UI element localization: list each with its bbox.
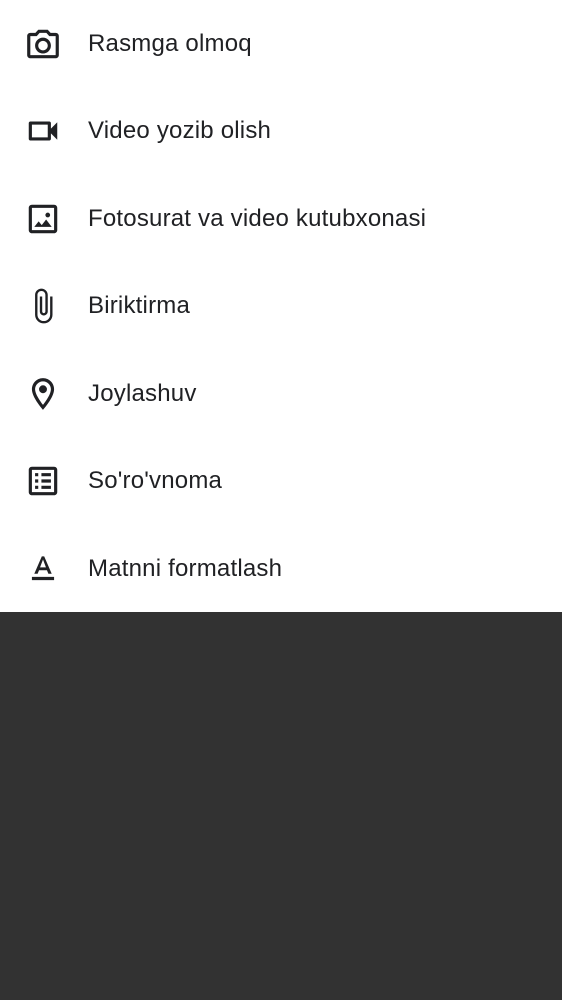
text-format-icon (24, 550, 62, 588)
videocam-icon (24, 112, 62, 150)
attachment-icon (24, 287, 62, 325)
menu-item-take-photo[interactable]: Rasmga olmoq (0, 0, 562, 87)
menu-item-label: Biriktirma (88, 291, 190, 319)
menu-item-attachment[interactable]: Biriktirma (0, 262, 562, 349)
menu-item-location[interactable]: Joylashuv (0, 350, 562, 437)
menu-item-label: Video yozib olish (88, 116, 272, 144)
location-pin-icon (24, 375, 62, 413)
menu-item-text-format[interactable]: Matnni formatlash (0, 525, 562, 612)
menu-item-label: Fotosurat va video kutubxonasi (88, 204, 427, 232)
menu-item-label: Joylashuv (88, 379, 197, 407)
menu-item-record-video[interactable]: Video yozib olish (0, 87, 562, 174)
menu-item-gallery[interactable]: Fotosurat va video kutubxonasi (0, 175, 562, 262)
attachment-bottom-sheet: Rasmga olmoq Video yozib olish Fotosurat… (0, 0, 562, 612)
menu-item-label: Rasmga olmoq (88, 29, 252, 57)
scrim-overlay[interactable] (0, 612, 562, 1000)
menu-item-label: Matnni formatlash (88, 554, 283, 582)
image-icon (24, 200, 62, 238)
poll-icon (24, 462, 62, 500)
menu-item-poll[interactable]: So'ro'vnoma (0, 437, 562, 524)
camera-icon (24, 25, 62, 63)
menu-item-label: So'ro'vnoma (88, 466, 223, 494)
